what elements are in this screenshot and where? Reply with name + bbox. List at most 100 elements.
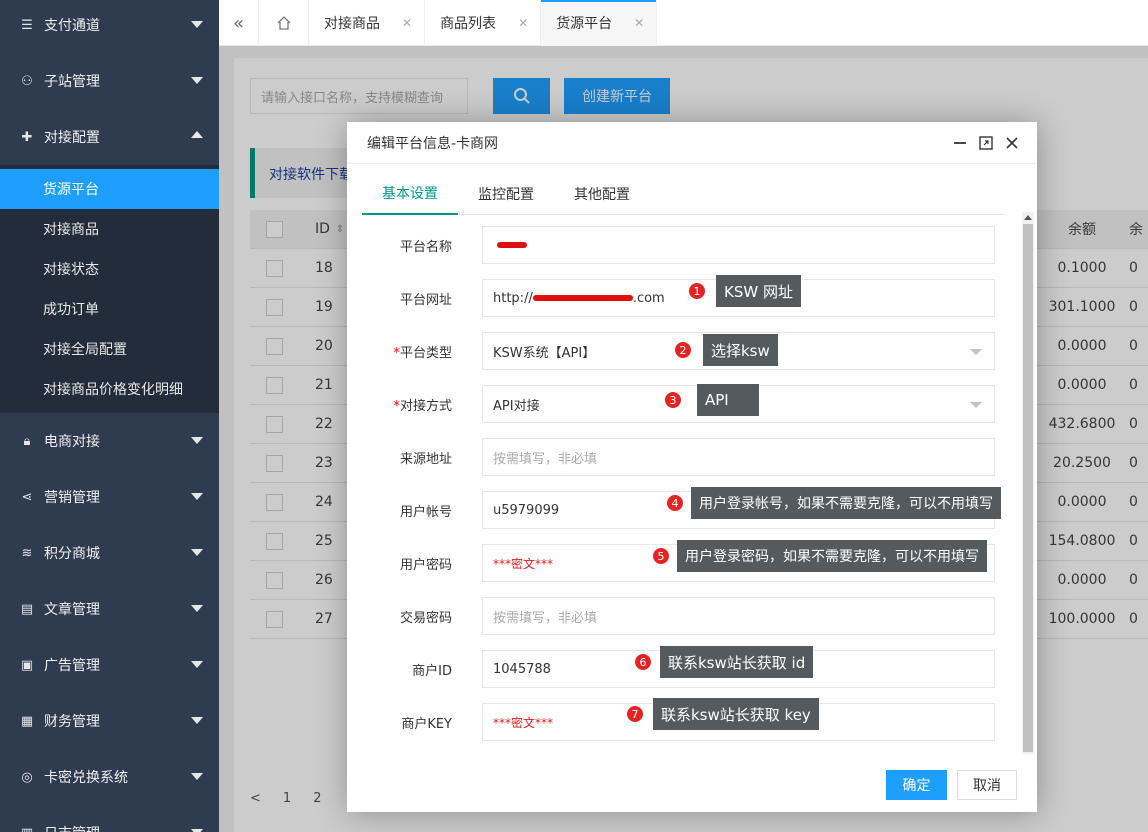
annotation-text: API — [697, 384, 759, 416]
url-prefix: http:// — [493, 290, 533, 306]
caret-down-icon — [970, 402, 982, 408]
sidebar-item-success-orders[interactable]: 成功订单 — [0, 289, 219, 329]
chevron-down-icon — [191, 549, 203, 556]
annotation-2: 2 选择ksw — [674, 334, 778, 366]
tab-other-config[interactable]: 其他配置 — [554, 173, 650, 215]
menu-articles[interactable]: ▤ 文章管理 — [0, 581, 219, 637]
submenu-docking-config: 货源平台 对接商品 对接状态 成功订单 对接全局配置 对接商品价格变化明细 — [0, 165, 219, 413]
field-label: 用户帐号 — [399, 504, 452, 520]
cancel-button[interactable]: 取消 — [957, 770, 1017, 800]
menu-label: 支付通道 — [44, 18, 100, 34]
sidebar-item-docking-status[interactable]: 对接状态 — [0, 249, 219, 289]
menu-substation[interactable]: ⚇ 子站管理 — [0, 53, 219, 109]
menu-docking-config[interactable]: ✚ 对接配置 — [0, 109, 219, 165]
dialog-tabs: 基本设置 监控配置 其他配置 — [362, 173, 1005, 215]
field-label-text: 对接方式 — [399, 398, 452, 414]
field-label: 平台网址 — [399, 292, 452, 308]
menu-label: 财务管理 — [44, 714, 100, 730]
collapse-sidebar-icon[interactable]: « — [219, 0, 259, 46]
sidebar: ☰ 支付通道 ⚇ 子站管理 ✚ 对接配置 货源平台 对接商品 对接状态 成功订单… — [0, 0, 219, 832]
form-row-trade-password: 交易密码 按需填写，非必填 — [347, 597, 1007, 635]
field-label: *平台类型 — [393, 345, 452, 361]
menu-marketing[interactable]: ⋖ 营销管理 — [0, 469, 219, 525]
select-value: API对接 — [493, 398, 540, 414]
dialog-title: 编辑平台信息-卡商网 — [367, 135, 499, 152]
tab-basic-settings[interactable]: 基本设置 — [362, 173, 458, 215]
platform-name-field[interactable] — [482, 226, 995, 264]
menu-label: 文章管理 — [44, 602, 100, 618]
annotation-number: 5 — [652, 547, 670, 565]
annotation-text: 用户登录密码，如果不需要克隆，可以不用填写 — [677, 540, 987, 572]
tab-supply-platform[interactable]: 货源平台 ✕ — [541, 0, 658, 46]
annotation-1: 1 KSW 网址 — [688, 275, 801, 307]
annotation-number: 7 — [626, 705, 644, 723]
close-icon[interactable]: ✕ — [402, 16, 412, 30]
dialog-title-bar: 编辑平台信息-卡商网 — [347, 122, 1037, 164]
chevron-down-icon — [191, 717, 203, 724]
home-icon[interactable] — [259, 0, 309, 46]
field-label-text: 平台类型 — [399, 345, 452, 361]
menu-label: 子站管理 — [44, 74, 100, 90]
image-icon: ▣ — [20, 657, 34, 673]
menu-points-mall[interactable]: ≋ 积分商城 — [0, 525, 219, 581]
select-value: KSW系统【API】 — [493, 345, 596, 361]
chevron-up-icon — [191, 131, 203, 138]
maximize-icon[interactable] — [973, 132, 999, 154]
annotation-6: 6 联系ksw站长获取 id — [634, 646, 814, 678]
field-label: *对接方式 — [393, 398, 452, 414]
confirm-button[interactable]: 确定 — [886, 770, 947, 800]
tab-label: 货源平台 — [556, 16, 613, 32]
chevron-down-icon — [191, 21, 203, 28]
field-label: 交易密码 — [399, 610, 452, 626]
close-icon[interactable]: ✕ — [518, 16, 528, 30]
menu-label: 对接配置 — [44, 130, 100, 146]
menu-label: 营销管理 — [44, 490, 100, 506]
form-row-source-address: 来源地址 按需填写，非必填 — [347, 438, 1007, 476]
annotation-number: 1 — [688, 282, 706, 300]
field-label: 平台名称 — [399, 239, 452, 255]
field-label: 用户密码 — [399, 557, 452, 573]
sidebar-item-price-changes[interactable]: 对接商品价格变化明细 — [0, 369, 219, 409]
close-icon[interactable]: ✕ — [634, 16, 644, 30]
target-icon: ◎ — [21, 769, 33, 785]
menu-ecommerce[interactable]: 🔒︎ 电商对接 — [0, 413, 219, 469]
source-address-field[interactable]: 按需填写，非必填 — [482, 438, 995, 476]
database-icon: ≋ — [21, 545, 33, 561]
trade-password-field[interactable]: 按需填写，非必填 — [482, 597, 995, 635]
minimize-icon[interactable] — [947, 132, 973, 154]
menu-finance[interactable]: ▦ 财务管理 — [0, 693, 219, 749]
sidebar-item-global-config[interactable]: 对接全局配置 — [0, 329, 219, 369]
dialog-scrollbar[interactable] — [1022, 212, 1034, 754]
annotation-3: 3 API — [664, 384, 759, 416]
menu-card-exchange[interactable]: ◎ 卡密兑换系统 — [0, 749, 219, 805]
dialog-footer: 确定 取消 — [347, 754, 1037, 812]
annotation-text: KSW 网址 — [716, 275, 801, 307]
menu-ads[interactable]: ▣ 广告管理 — [0, 637, 219, 693]
chevron-down-icon — [191, 77, 203, 84]
scroll-up-icon[interactable] — [1024, 215, 1032, 220]
menu-payment-channels[interactable]: ☰ 支付通道 — [0, 0, 219, 53]
finance-icon: ▦ — [20, 713, 34, 729]
annotation-4: 4 用户登录帐号，如果不需要克隆，可以不用填写 — [666, 487, 1001, 519]
tab-label: 对接商品 — [324, 16, 380, 32]
menu-label: 广告管理 — [44, 658, 100, 674]
chevron-down-icon — [191, 605, 203, 612]
menu-logs[interactable]: ▥ 日志管理 — [0, 805, 219, 832]
tab-goods-list[interactable]: 商品列表 ✕ — [425, 0, 542, 46]
log-icon: ▥ — [18, 824, 36, 832]
annotation-number: 6 — [634, 653, 652, 671]
close-icon[interactable] — [999, 132, 1025, 154]
tab-docking-goods[interactable]: 对接商品 ✕ — [309, 0, 426, 46]
document-icon: ▤ — [20, 601, 34, 617]
chevron-down-icon — [191, 437, 203, 444]
scrollbar-thumb[interactable] — [1023, 224, 1033, 752]
annotation-number: 4 — [666, 494, 684, 512]
sidebar-item-supply-platform[interactable]: 货源平台 — [0, 169, 219, 209]
field-label: 来源地址 — [399, 451, 452, 467]
form-row-platform-name: 平台名称 — [347, 226, 1007, 264]
annotation-7: 7 联系ksw站长获取 key — [626, 698, 819, 730]
sidebar-item-docking-goods[interactable]: 对接商品 — [0, 209, 219, 249]
redaction-mark — [497, 242, 527, 248]
tab-monitor-config[interactable]: 监控配置 — [458, 173, 554, 215]
form-row-platform-url: 平台网址 http:// .com — [347, 279, 1007, 317]
